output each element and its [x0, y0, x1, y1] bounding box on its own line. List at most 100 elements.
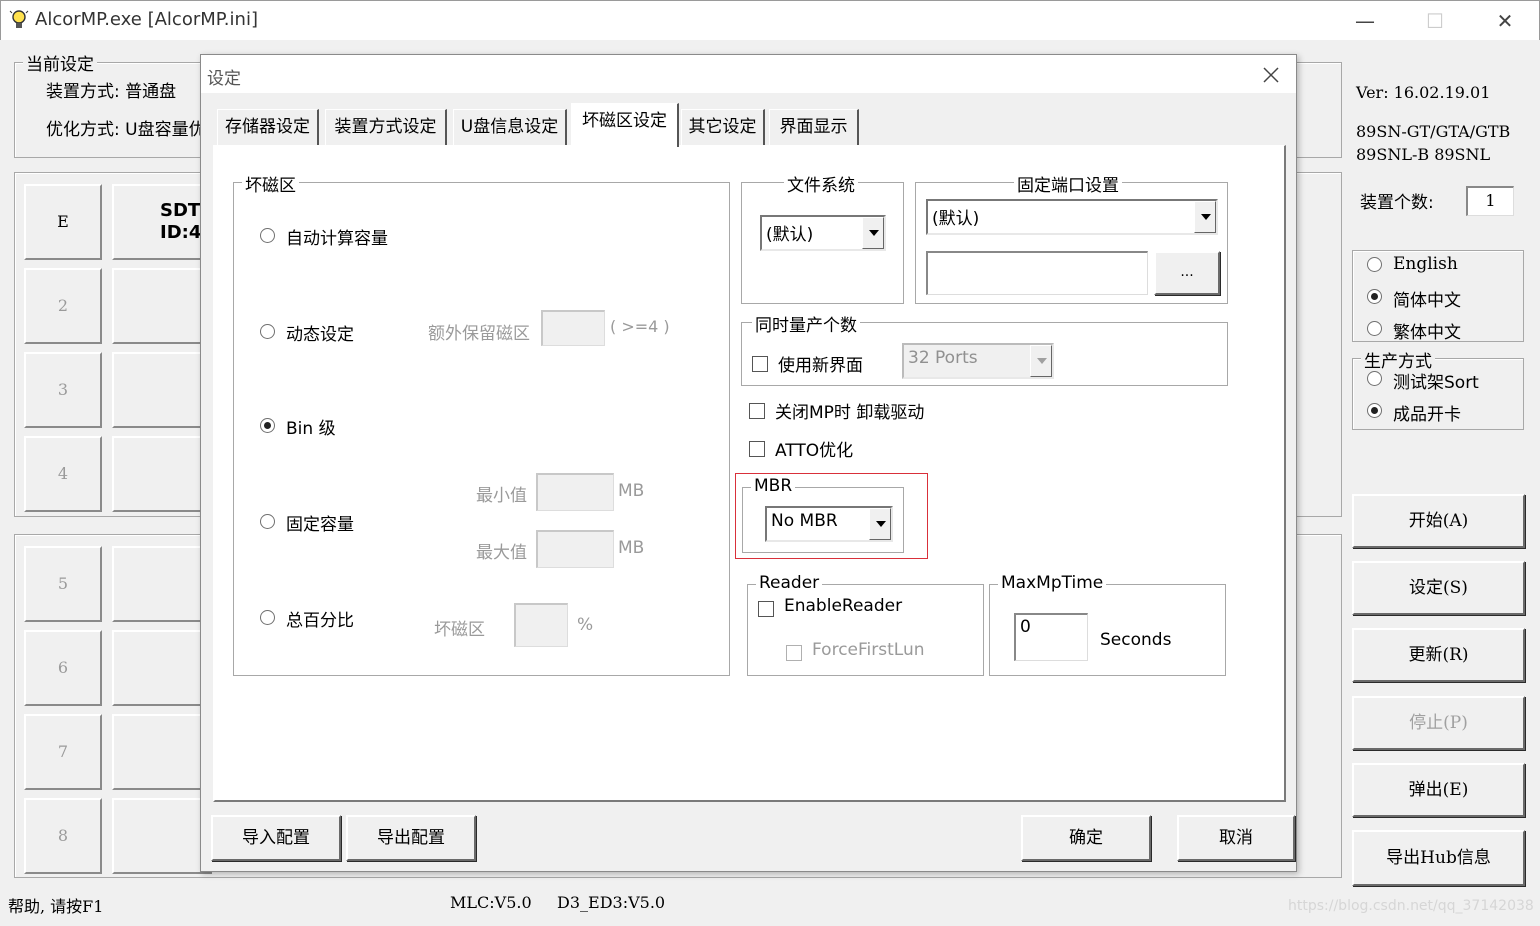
tab-bad-block[interactable]: 坏磁区设定 [571, 103, 679, 147]
atto-checkbox[interactable] [749, 441, 765, 457]
auto-capacity-radio[interactable] [260, 228, 275, 243]
badblock-percent-label: 坏磁区 [434, 620, 485, 640]
badblock-percent-input[interactable] [514, 603, 568, 647]
slot-button-4[interactable]: 4 [24, 436, 102, 512]
ports-value: 32 Ports [908, 348, 978, 368]
ports-select[interactable]: 32 Ports [902, 343, 1054, 379]
settings-button[interactable]: 设定(S) [1352, 561, 1525, 615]
mode-card-label: 成品开卡 [1393, 405, 1461, 425]
dynamic-label: 动态设定 [286, 325, 354, 345]
models-line2: 89SNL-B 89SNL [1356, 145, 1491, 164]
dynamic-radio[interactable] [260, 324, 275, 339]
simultaneous-group: 同时量产个数 使用新界面 32 Ports [741, 311, 1228, 386]
reader-group: Reader EnableReader ForceFirstLun [747, 573, 984, 676]
mode-card-radio[interactable] [1367, 403, 1382, 418]
mode-sort-label: 测试架Sort [1393, 373, 1479, 393]
use-new-ui-checkbox[interactable] [752, 356, 768, 372]
total-percent-label: 总百分比 [286, 611, 354, 631]
mbr-group: MBR No MBR [742, 476, 904, 553]
language-simplified-radio[interactable] [1367, 289, 1382, 304]
slot-button-5[interactable]: 5 [24, 546, 102, 622]
min-input[interactable] [536, 473, 614, 511]
slot-info-5 [112, 546, 212, 622]
dialog-title: 设定 [207, 69, 241, 89]
enable-reader-checkbox[interactable] [758, 601, 774, 617]
import-config-button[interactable]: 导入配置 [211, 815, 341, 861]
mode-sort-radio[interactable] [1367, 371, 1382, 386]
filesystem-group: 文件系统 (默认) [741, 171, 904, 304]
tab-storage[interactable]: 存储器设定 [217, 109, 319, 145]
models-line1: 89SN-GT/GTA/GTB [1356, 122, 1511, 141]
mbr-label: MBR [751, 476, 796, 496]
stop-button[interactable]: 停止(P) [1352, 696, 1525, 750]
fixed-capacity-radio[interactable] [260, 514, 275, 529]
fixed-port-path-input[interactable] [926, 251, 1148, 295]
force-first-lun-checkbox[interactable] [786, 645, 802, 661]
language-traditional-label: 繁体中文 [1393, 323, 1461, 343]
slot-button-6[interactable]: 6 [24, 630, 102, 706]
slot-info-1: SDT ID:4 [112, 184, 212, 260]
minimize-button[interactable]: — [1337, 1, 1393, 41]
settings-dialog: 设定 存储器设定 装置方式设定 U盘信息设定 坏磁区设定 其它设定 界面显示 坏… [200, 54, 1297, 872]
slot-info-2 [112, 268, 212, 344]
fixed-port-select[interactable]: (默认) [926, 199, 1218, 235]
status-mlc: MLC:V5.0 [450, 893, 532, 912]
ok-button[interactable]: 确定 [1021, 815, 1151, 861]
close-button[interactable]: ✕ [1477, 1, 1533, 41]
atto-label: ATTO优化 [775, 441, 854, 461]
version-text: Ver: 16.02.19.01 [1356, 83, 1491, 102]
tab-display[interactable]: 界面显示 [769, 109, 859, 145]
slot-info-4 [112, 436, 212, 512]
bad-block-label: 坏磁区 [242, 171, 299, 196]
slot-info-6 [112, 630, 212, 706]
slot-button-7[interactable]: 7 [24, 714, 102, 790]
start-button[interactable]: 开始(A) [1352, 494, 1525, 548]
slot-button-3[interactable]: 3 [24, 352, 102, 428]
filesystem-label: 文件系统 [784, 171, 858, 196]
bin-level-radio[interactable] [260, 418, 275, 433]
update-button[interactable]: 更新(R) [1352, 628, 1525, 682]
auto-capacity-label: 自动计算容量 [286, 229, 388, 249]
unload-driver-checkbox[interactable] [749, 403, 765, 419]
tab-udisk-info[interactable]: U盘信息设定 [453, 109, 567, 145]
slot-button-e[interactable]: E [24, 184, 102, 260]
maxmptime-unit: Seconds [1100, 630, 1172, 650]
slot-info-7 [112, 714, 212, 790]
chevron-down-icon [1194, 201, 1216, 233]
fixed-port-browse-button[interactable]: ... [1154, 251, 1220, 295]
chevron-down-icon [862, 217, 884, 249]
fixed-port-label: 固定端口设置 [1014, 171, 1122, 196]
language-traditional-radio[interactable] [1367, 321, 1382, 336]
mbr-select[interactable]: No MBR [765, 506, 893, 542]
tab-mount-mode[interactable]: 装置方式设定 [325, 109, 447, 145]
extra-reserve-label: 额外保留磁区 [428, 324, 530, 344]
bad-block-group: 坏磁区 自动计算容量 动态设定 额外保留磁区 ( >=4 ) Bin 级 最小值… [233, 171, 730, 676]
language-english-radio[interactable] [1367, 257, 1382, 272]
status-d3: D3_ED3:V5.0 [557, 893, 666, 912]
cancel-button[interactable]: 取消 [1177, 815, 1295, 861]
fixed-port-value: (默认) [932, 209, 980, 229]
simultaneous-label: 同时量产个数 [752, 311, 860, 336]
max-input[interactable] [536, 530, 614, 568]
export-hub-button[interactable]: 导出Hub信息 [1352, 830, 1525, 886]
slot-button-2[interactable]: 2 [24, 268, 102, 344]
total-percent-radio[interactable] [260, 610, 275, 625]
chevron-down-icon [1030, 345, 1052, 377]
slot-button-8[interactable]: 8 [24, 798, 102, 874]
use-new-ui-label: 使用新界面 [778, 356, 863, 376]
filesystem-select[interactable]: (默认) [760, 215, 886, 251]
language-english-label: English [1393, 254, 1458, 274]
dialog-close-icon[interactable] [1262, 66, 1280, 84]
filesystem-value: (默认) [766, 225, 814, 245]
watermark-text: https://blog.csdn.net/qq_37142038 [1288, 898, 1534, 914]
maxmptime-label: MaxMpTime [998, 573, 1107, 593]
maxmptime-input[interactable]: 0 [1014, 613, 1088, 661]
maximize-button[interactable]: ☐ [1407, 1, 1463, 41]
extra-reserve-hint: ( >=4 ) [610, 317, 670, 336]
eject-button[interactable]: 弹出(E) [1352, 763, 1525, 817]
export-config-button[interactable]: 导出配置 [346, 815, 476, 861]
extra-reserve-input[interactable] [541, 310, 605, 346]
maxmptime-group: MaxMpTime 0 Seconds [989, 573, 1226, 676]
tab-other[interactable]: 其它设定 [681, 109, 765, 145]
force-first-lun-label: ForceFirstLun [812, 640, 925, 660]
